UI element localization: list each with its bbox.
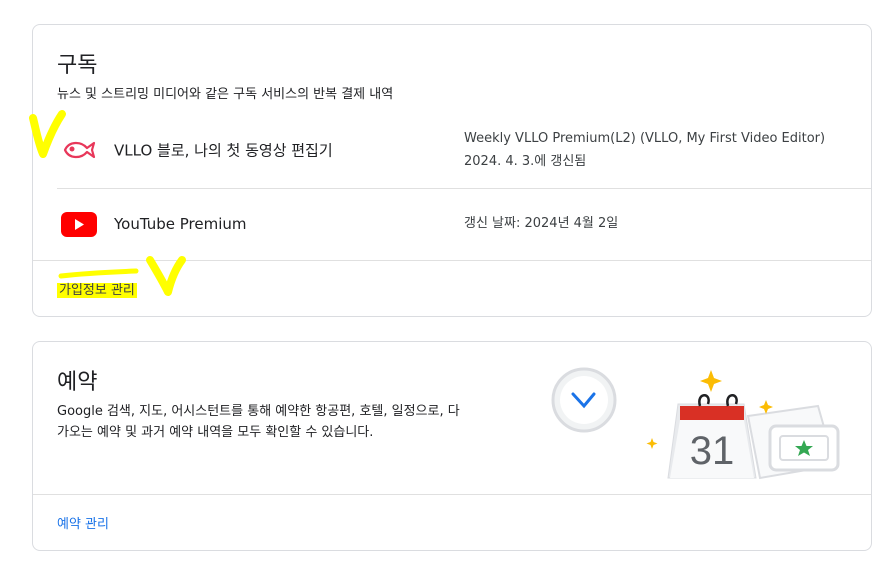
subscription-renewal: 2024. 4. 3.에 갱신됨: [464, 154, 587, 169]
calendar-day: 31: [690, 429, 735, 473]
subscription-row-youtube[interactable]: YouTube Premium 갱신 날짜: 2024년 4월 2일: [57, 188, 871, 260]
subscription-row-vllo[interactable]: VLLO 블로, 나의 첫 동영상 편집기 Weekly VLLO Premiu…: [57, 114, 871, 186]
subscription-name: YouTube Premium: [114, 215, 247, 233]
reservations-card: 예약 Google 검색, 지도, 어시스턴트를 통해 예약한 항공편, 호텔,…: [32, 341, 872, 551]
manage-subscriptions-link[interactable]: 가입정보 관리: [57, 279, 137, 298]
subscription-name: VLLO 블로, 나의 첫 동영상 편집기: [114, 141, 333, 160]
subscription-plan: Weekly VLLO Premium(L2) (VLLO, My First …: [464, 131, 826, 146]
reservations-description-line1: Google 검색, 지도, 어시스턴트를 통해 예약한 항공편, 호텔, 일정…: [57, 404, 460, 419]
subscriptions-card: 구독 뉴스 및 스트리밍 미디어와 같은 구독 서비스의 반복 결제 내역 VL…: [32, 24, 872, 317]
reservations-title: 예약: [57, 370, 98, 395]
subscriptions-title: 구독: [57, 53, 98, 78]
manage-subscriptions-label: 가입정보 관리: [57, 283, 137, 298]
sparkle-icon: [700, 370, 722, 392]
card-footer-divider: [33, 494, 871, 495]
clock-icon: [551, 367, 617, 433]
subscriptions-description: 뉴스 및 스트리밍 미디어와 같은 구독 서비스의 반복 결제 내역: [57, 87, 394, 102]
subscription-renewal: 갱신 날짜: 2024년 4월 2일: [464, 216, 619, 231]
vllo-fish-icon: [59, 135, 99, 165]
reservations-description-line2: 가오는 예약 및 과거 예약 내역을 모두 확인할 수 있습니다.: [57, 425, 374, 440]
calendar-icon: 31: [667, 394, 757, 479]
card-footer-divider: [33, 260, 871, 261]
sparkle-icon: [646, 438, 658, 449]
manage-reservations-link[interactable]: 예약 관리: [57, 513, 109, 532]
youtube-icon: [59, 209, 99, 239]
ticket-icon: [746, 404, 840, 480]
reservations-illustration: 31: [548, 356, 848, 486]
